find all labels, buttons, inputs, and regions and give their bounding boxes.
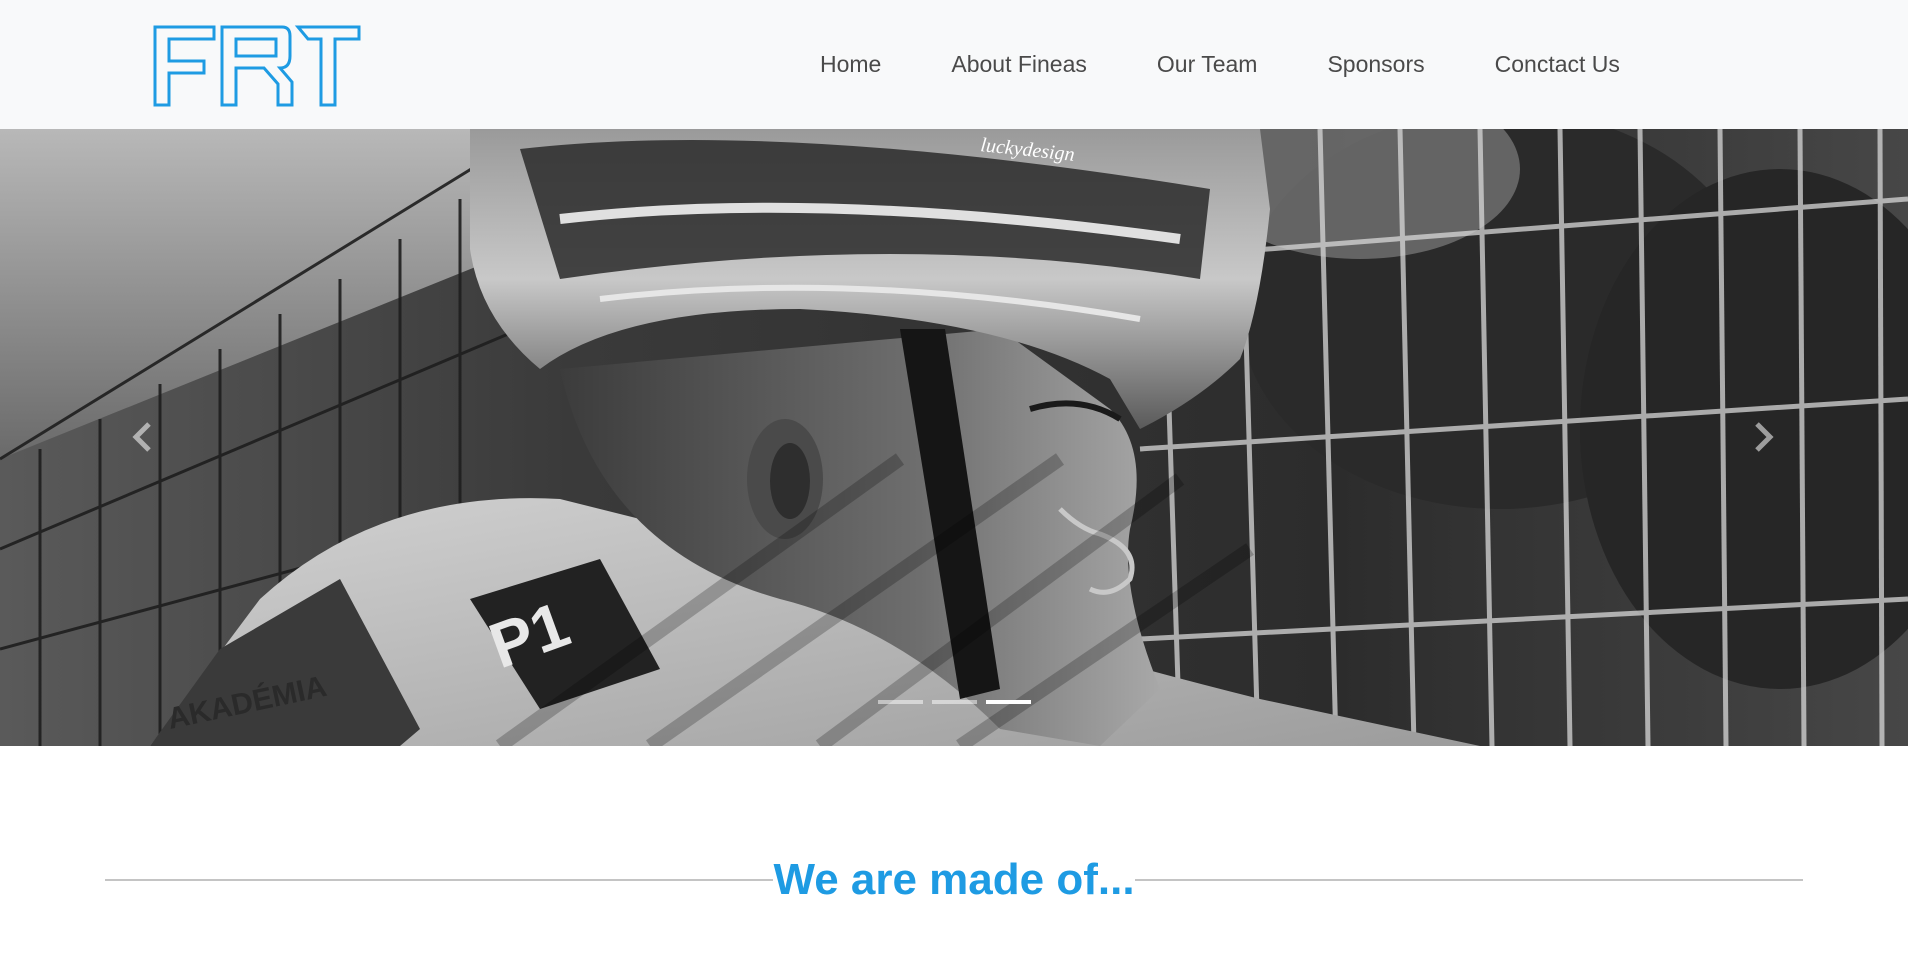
carousel-indicators xyxy=(878,700,1031,704)
nav-about-fineas[interactable]: About Fineas xyxy=(951,51,1087,78)
chevron-left-icon xyxy=(132,422,151,452)
main-nav: Home About Fineas Our Team Sponsors Conc… xyxy=(820,0,1620,129)
carousel-indicator-1[interactable] xyxy=(878,700,923,704)
chevron-right-icon xyxy=(1755,422,1774,452)
section-heading: We are made of... xyxy=(105,852,1803,908)
frt-logo-icon xyxy=(153,25,361,107)
carousel-indicator-2[interactable] xyxy=(932,700,977,704)
section-title: We are made of... xyxy=(773,855,1135,904)
nav-sponsors[interactable]: Sponsors xyxy=(1327,51,1424,78)
carousel-next-button[interactable] xyxy=(1744,417,1784,457)
carousel-prev-button[interactable] xyxy=(122,417,162,457)
nav-contact-us[interactable]: Conctact Us xyxy=(1495,51,1620,78)
hero-carousel: P1 AKADÉMIA luckydesign xyxy=(0,129,1908,746)
site-logo[interactable] xyxy=(152,24,362,108)
navbar: Home About Fineas Our Team Sponsors Conc… xyxy=(0,0,1908,129)
nav-our-team[interactable]: Our Team xyxy=(1157,51,1258,78)
page: Home About Fineas Our Team Sponsors Conc… xyxy=(0,0,1908,970)
hero-photo: P1 AKADÉMIA luckydesign xyxy=(0,129,1908,746)
nav-home[interactable]: Home xyxy=(820,51,881,78)
carousel-indicator-3[interactable] xyxy=(986,700,1031,704)
